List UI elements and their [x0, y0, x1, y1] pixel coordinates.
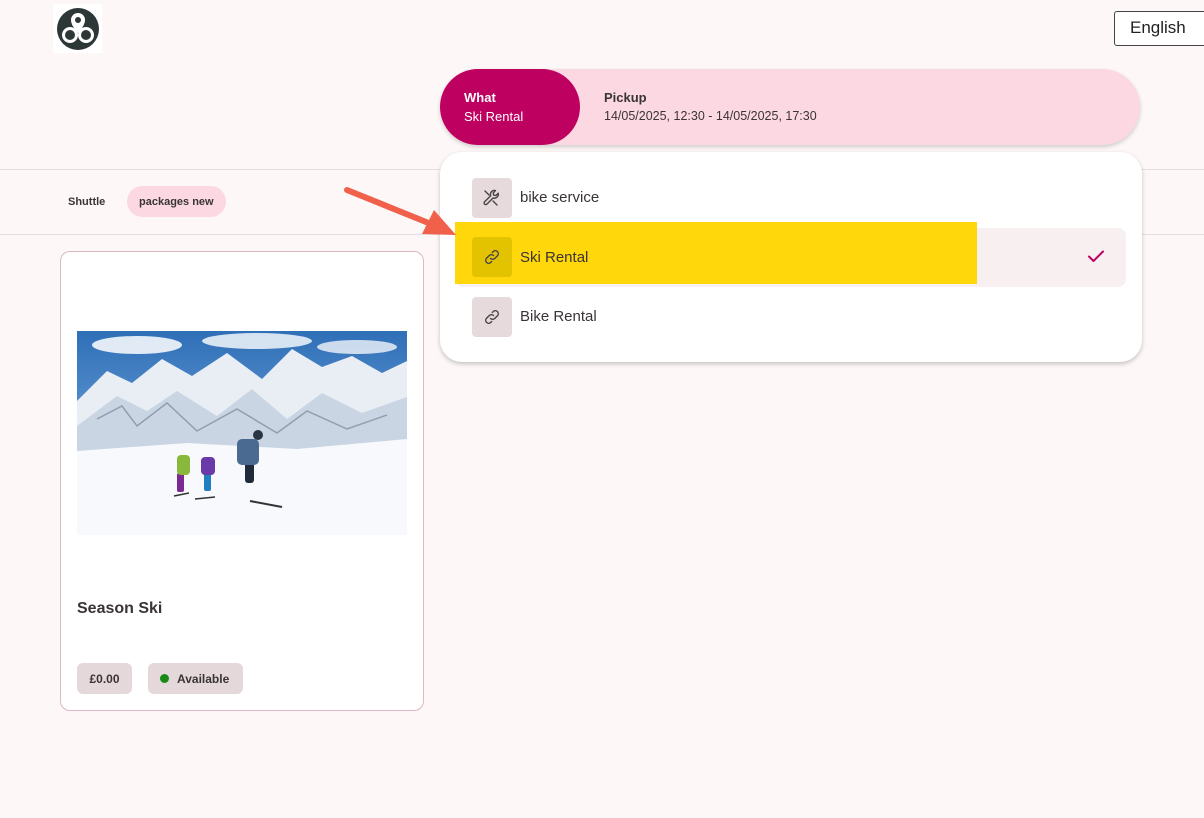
app-logo[interactable]	[53, 4, 102, 53]
ski-mountain-photo	[77, 331, 407, 535]
product-card[interactable]: Season Ski £0.00 Available	[60, 251, 424, 711]
price-badge: £0.00	[77, 663, 132, 694]
highlighted-item-label: Ski Rental	[520, 249, 589, 266]
pickup-selector[interactable]: Pickup 14/05/2025, 12:30 - 14/05/2025, 1…	[604, 90, 817, 123]
menu-item-bike-rental[interactable]: Bike Rental	[455, 287, 1126, 346]
language-select[interactable]: English	[1114, 11, 1204, 46]
menu-item-label: Bike Rental	[520, 308, 597, 325]
wrench-icon	[472, 178, 512, 218]
status-badge: Available	[148, 663, 243, 694]
pointer-arrow-icon	[344, 187, 456, 235]
map-pin-logo-icon	[56, 7, 99, 50]
filter-chip-shuttle[interactable]: Shuttle	[58, 186, 115, 217]
pickup-value: 14/05/2025, 12:30 - 14/05/2025, 17:30	[604, 109, 817, 123]
filter-chip-packages-new[interactable]: packages new	[127, 186, 226, 217]
what-selector[interactable]: What Ski Rental	[440, 69, 580, 145]
what-title: What	[464, 90, 496, 105]
menu-item-label: bike service	[520, 189, 600, 206]
pickup-title: Pickup	[604, 90, 647, 105]
status-dot-icon	[160, 674, 169, 683]
what-value: Ski Rental	[464, 109, 524, 124]
search-bar[interactable]: What Ski Rental Pickup 14/05/2025, 12:30…	[440, 69, 1140, 145]
link-icon	[472, 297, 512, 337]
status-label: Available	[177, 671, 230, 686]
menu-item-bike-service[interactable]: bike service	[455, 168, 1126, 227]
highlight-annotation: Ski Rental	[455, 222, 977, 284]
product-title: Season Ski	[77, 600, 163, 617]
checkmark-icon	[1086, 246, 1106, 271]
link-icon	[472, 237, 512, 277]
